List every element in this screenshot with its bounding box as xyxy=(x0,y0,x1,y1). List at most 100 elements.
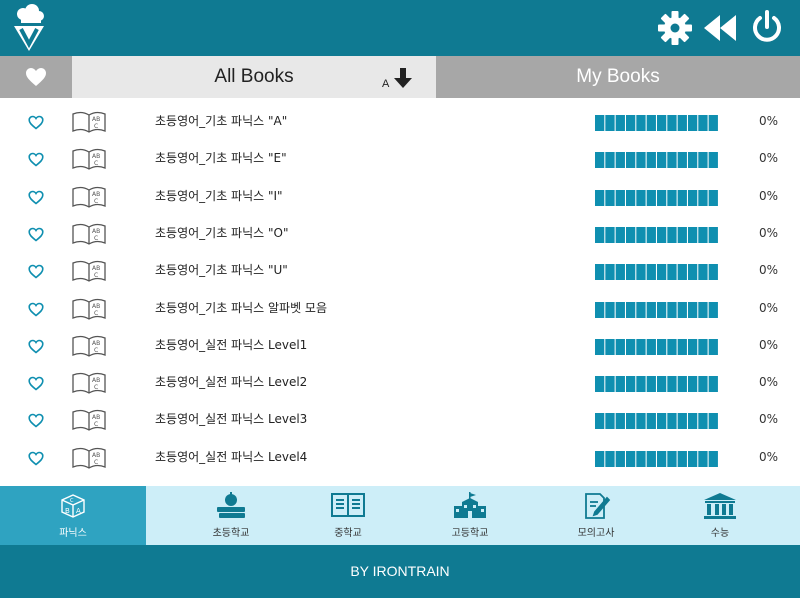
progress-bar xyxy=(595,376,719,393)
arrow-down-icon xyxy=(394,68,412,88)
apple-books-icon xyxy=(214,492,248,524)
book-title: 초등영어_실전 파닉스 Level2 xyxy=(155,375,308,390)
svg-text:C: C xyxy=(94,235,98,242)
book-title: 초등영어_기초 파닉스 "O" xyxy=(155,225,289,240)
favorite-heart-icon[interactable] xyxy=(28,339,44,354)
progress-bar xyxy=(595,189,719,206)
book-icon: AB C xyxy=(71,185,107,209)
progress-percent: 0% xyxy=(758,188,778,203)
svg-text:C: C xyxy=(70,498,74,504)
book-list: AB C 초등영어_기초 파닉스 "A" 0% AB C 초등영어_기초 파닉스 "E" 0… xyxy=(0,98,800,486)
svg-text:AB: AB xyxy=(92,265,100,272)
svg-text:AB: AB xyxy=(92,228,100,235)
nav-item-label: 수능 xyxy=(710,528,730,539)
progress-bar xyxy=(595,115,719,131)
favorite-heart-icon[interactable] xyxy=(28,115,44,130)
svg-text:C: C xyxy=(94,421,98,428)
svg-text:C: C xyxy=(94,198,98,205)
favorite-heart-icon[interactable] xyxy=(28,376,44,391)
book-row[interactable]: AB C 초등영어_실전 파닉스 Level2 0% xyxy=(0,364,800,401)
nav-item-0[interactable]: B A C 파닉스 xyxy=(0,486,146,545)
exam-paper-icon xyxy=(581,492,611,524)
book-icon: AB C xyxy=(71,334,107,358)
progress-bar xyxy=(595,413,719,430)
progress-percent: 0% xyxy=(758,263,778,278)
favorite-heart-icon[interactable] xyxy=(28,190,44,205)
logo-icon xyxy=(14,4,44,51)
progress-percent: 0% xyxy=(758,375,778,390)
svg-text:AB: AB xyxy=(92,153,100,160)
book-row[interactable]: AB C 초등영어_기초 파닉스 "A" 0% xyxy=(0,103,800,140)
book-row[interactable]: AB C 초등영어_기초 파닉스 "I" 0% xyxy=(0,178,800,215)
book-title: 초등영어_실전 파닉스 Level3 xyxy=(155,412,308,427)
book-icon: AB C xyxy=(71,371,107,395)
favorite-heart-icon[interactable] xyxy=(28,227,44,242)
svg-text:C: C xyxy=(94,384,98,391)
footer: BY IRONTRAIN xyxy=(0,545,800,598)
open-book-icon xyxy=(330,492,366,522)
abc-blocks-icon: BAC xyxy=(59,492,87,524)
svg-text:C: C xyxy=(94,160,98,167)
svg-text:C: C xyxy=(94,310,98,317)
book-row[interactable]: AB C 초등영어_기초 파닉스 "O" 0% xyxy=(0,215,800,252)
book-title: 초등영어_기초 파닉스 알파벳 모음 xyxy=(155,300,328,315)
tab-bar: All Books A My Books xyxy=(0,56,800,98)
svg-text:AB: AB xyxy=(92,191,100,198)
heart-icon xyxy=(26,68,46,86)
power-icon[interactable] xyxy=(748,9,786,47)
progress-percent: 0% xyxy=(758,151,778,166)
book-title: 초등영어_실전 파닉스 Level4 xyxy=(155,449,308,464)
progress-bar xyxy=(595,338,719,355)
rewind-icon[interactable] xyxy=(702,9,740,47)
nav-item-label: 파닉스 xyxy=(59,528,87,539)
book-row[interactable]: AB C 초등영어_실전 파닉스 Level3 0% xyxy=(0,401,800,438)
svg-text:AB: AB xyxy=(92,116,100,123)
progress-percent: 0% xyxy=(758,225,778,240)
book-icon: AB C xyxy=(71,297,107,321)
nav-item-5[interactable]: 수능 xyxy=(640,486,800,545)
book-icon: AB C xyxy=(71,110,107,134)
book-row[interactable]: AB C 초등영어_실전 파닉스 Level1 0% xyxy=(0,327,800,364)
progress-bar xyxy=(595,264,719,281)
progress-bar xyxy=(595,301,719,318)
progress-percent: 0% xyxy=(758,114,778,128)
book-row[interactable]: AB C 초등영어_기초 파닉스 "E" 0% xyxy=(0,140,800,177)
favorite-heart-icon[interactable] xyxy=(28,451,44,466)
book-row[interactable]: AB C 초등영어_기초 파닉스 "U" 0% xyxy=(0,252,800,289)
svg-text:AB: AB xyxy=(92,377,100,384)
svg-text:B: B xyxy=(65,507,70,515)
book-row[interactable]: AB C 초등영어_실전 파닉스 Level4 0% xyxy=(0,439,800,476)
sort-button[interactable]: A xyxy=(382,68,418,90)
tab-my-books[interactable]: My Books xyxy=(436,56,800,98)
favorite-heart-icon[interactable] xyxy=(28,152,44,167)
svg-text:AB: AB xyxy=(92,414,100,421)
svg-text:AB: AB xyxy=(92,452,100,459)
svg-text:AB: AB xyxy=(92,303,100,310)
bottom-nav: B A C 파닉스 초등학교 중학교 고등학교 모의고사 수능 xyxy=(0,486,800,545)
svg-text:C: C xyxy=(94,347,98,354)
tab-my-books-label: My Books xyxy=(576,66,660,87)
book-title: 초등영어_기초 파닉스 "U" xyxy=(155,263,288,278)
progress-percent: 0% xyxy=(758,449,778,464)
institution-icon xyxy=(703,492,737,524)
book-icon: AB C xyxy=(71,259,107,283)
book-title: 초등영어_기초 파닉스 "E" xyxy=(155,151,287,166)
favorite-heart-icon[interactable] xyxy=(28,413,44,428)
svg-text:C: C xyxy=(94,272,98,279)
progress-percent: 0% xyxy=(758,337,778,352)
book-icon: AB C xyxy=(71,147,107,171)
school-building-icon xyxy=(452,492,488,524)
progress-bar xyxy=(595,226,719,243)
favorite-heart-icon[interactable] xyxy=(28,302,44,317)
progress-percent: 0% xyxy=(758,412,778,427)
book-row[interactable]: AB C 초등영어_기초 파닉스 알파벳 모음 0% xyxy=(0,290,800,327)
tab-all-books[interactable]: All Books A xyxy=(72,56,436,98)
book-icon: AB C xyxy=(71,408,107,432)
svg-text:C: C xyxy=(94,459,98,466)
favorite-heart-icon[interactable] xyxy=(28,264,44,279)
gear-icon[interactable] xyxy=(656,9,694,47)
tab-favorites[interactable] xyxy=(0,56,72,98)
progress-bar xyxy=(595,450,719,467)
book-icon: AB C xyxy=(71,446,107,470)
sort-letter: A xyxy=(382,78,390,90)
